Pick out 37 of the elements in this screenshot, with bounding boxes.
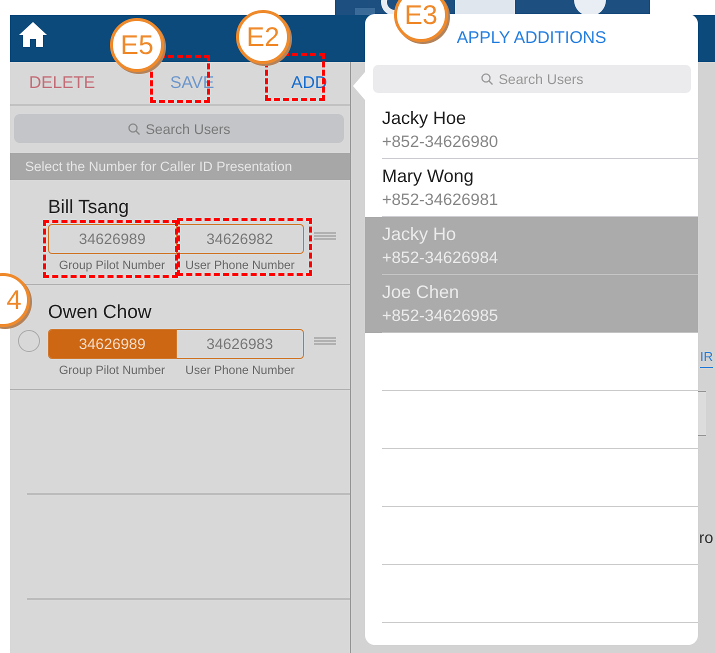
contact-row[interactable]: Jacky Hoe +852-34626980 xyxy=(365,101,698,159)
callout-badge: E3 xyxy=(394,0,448,42)
placeholder-text: Search Users xyxy=(146,120,230,136)
label-text: ro xyxy=(699,530,714,548)
search-icon xyxy=(128,122,140,134)
caption: User Phone Number xyxy=(184,258,296,272)
home-icon[interactable] xyxy=(18,21,48,47)
drag-handle-icon[interactable] xyxy=(314,337,336,345)
contact-row[interactable]: Joe Chen +852-34626985 xyxy=(365,275,698,333)
number-option[interactable]: 34626989 xyxy=(49,225,176,253)
caption: Group Pilot Number xyxy=(58,363,166,377)
contact-name: Mary Wong xyxy=(382,165,475,188)
section-header: Select the Number for Caller ID Presentation xyxy=(10,153,350,180)
caption: User Phone Number xyxy=(184,363,296,377)
phone-number: +852-34626981 xyxy=(382,190,500,211)
contact-name: Jacky Ho xyxy=(382,223,458,246)
phone-number: +852-34626984 xyxy=(382,248,500,269)
number-option[interactable]: 34626989 xyxy=(49,330,176,358)
radio-button[interactable] xyxy=(18,330,40,352)
contact-name: Jacky Hoe xyxy=(382,107,468,130)
caption: Group Pilot Number xyxy=(58,258,166,272)
user-name: Owen Chow xyxy=(48,301,152,325)
search-field[interactable]: Search Users xyxy=(14,114,344,143)
phone-number: +852-34626985 xyxy=(382,306,500,327)
user-name: Bill Tsang xyxy=(48,196,130,220)
search-field[interactable]: Search Users xyxy=(373,65,691,93)
search-icon xyxy=(480,73,493,85)
add-button[interactable]: ADD xyxy=(291,73,328,93)
phone-number: +852-34626980 xyxy=(382,132,500,153)
number-option[interactable]: 34626983 xyxy=(176,330,303,358)
number-option[interactable]: 34626982 xyxy=(176,225,303,253)
contact-row[interactable]: Jacky Ho +852-34626984 xyxy=(365,217,698,275)
apply-additions-button[interactable]: APPLY ADDITIONS xyxy=(456,25,606,50)
placeholder-text: Search Users xyxy=(498,71,584,87)
tab-label: IR xyxy=(700,346,713,368)
contact-name: Joe Chen xyxy=(382,281,460,304)
drag-handle-icon[interactable] xyxy=(314,232,336,240)
